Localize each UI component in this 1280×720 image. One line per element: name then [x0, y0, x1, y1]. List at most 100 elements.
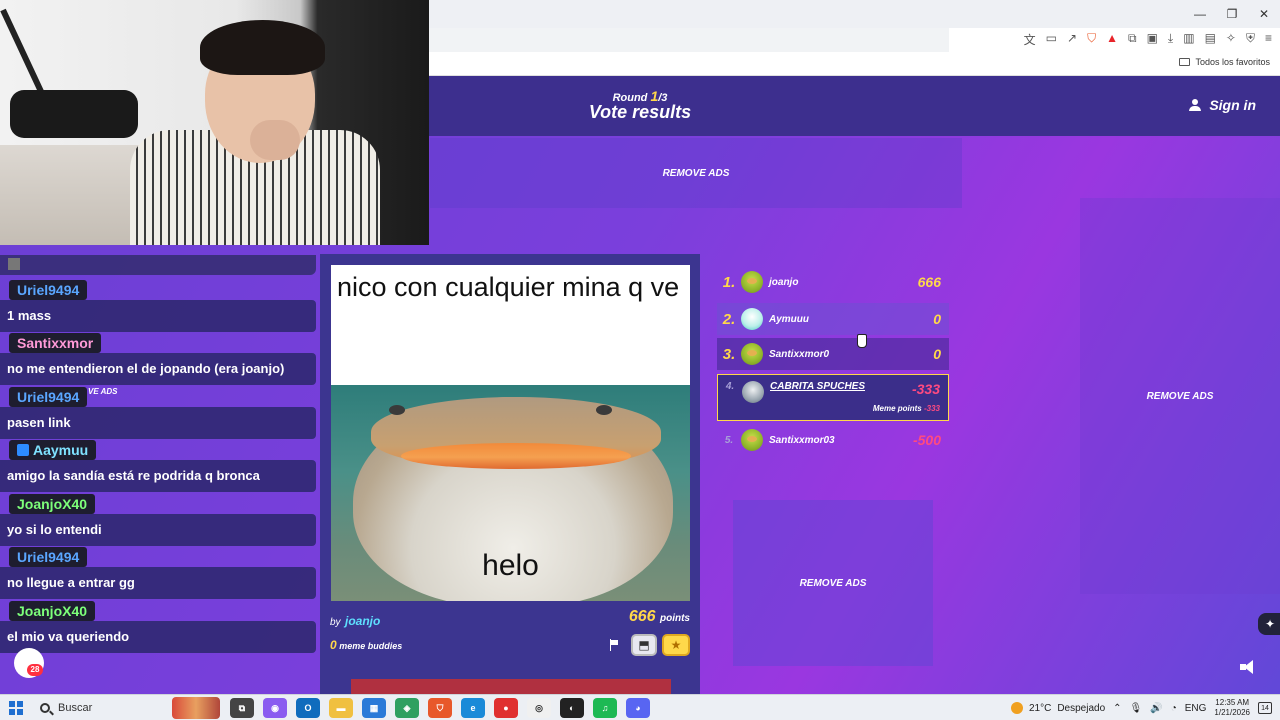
page-title: Vote results	[588, 102, 692, 122]
taskbar: Buscar ⧉ ◉ O ▬ ▦ ◈ ⛉ e ● ◎ ◐ ♫ ◕ 21°C De…	[0, 694, 1280, 720]
edge-icon[interactable]: e	[461, 698, 485, 718]
player-name: joanjo	[769, 276, 799, 288]
brave-browser-icon[interactable]: ⛉	[428, 698, 452, 718]
sidebar-icon[interactable]: ▥	[1183, 31, 1194, 48]
clock-date: 1/21/2026	[1214, 708, 1250, 717]
remove-ads-link[interactable]: REMOVE ADS	[1147, 391, 1214, 402]
streamer-hand	[250, 120, 300, 160]
streamer-hair	[200, 20, 325, 75]
language-indicator[interactable]: ENG	[1185, 703, 1207, 714]
hand-cursor-icon	[857, 334, 867, 348]
speaker-icon[interactable]	[1240, 660, 1256, 674]
weather-widget[interactable]: 21°C Despejado	[1010, 702, 1105, 714]
chat-text: no llegue a entrar gg	[0, 567, 316, 599]
meme-points-value: 666	[628, 608, 656, 625]
leo-icon[interactable]: ✧	[1226, 31, 1236, 48]
remove-ads-link[interactable]: REMOVE ADS	[800, 578, 867, 589]
player-name: Santixxmor03	[769, 434, 835, 446]
chrome-icon[interactable]: ◎	[527, 698, 551, 718]
fish-eye	[389, 405, 405, 415]
wallet-icon[interactable]: ▤	[1205, 31, 1216, 48]
menu-icon[interactable]: ≡	[1265, 31, 1272, 48]
volume-icon[interactable]: 🔊	[1150, 703, 1162, 714]
chat-text: amigo la sandía está re podrida q bronca	[0, 460, 316, 492]
chat-message: Uriel9494 no llegue a entrar gg	[0, 547, 316, 600]
browser-toolbar: 文 ▭ ↗ ⛉ ▲ ⧉ ▣ ⤓ ▥ ▤ ✧ ⛨ ≡	[1024, 31, 1272, 48]
sign-in-button[interactable]: Sign in	[1189, 97, 1256, 113]
sign-in-label: Sign in	[1209, 97, 1256, 113]
favorite-button[interactable]: ★	[662, 634, 690, 656]
report-flag-icon[interactable]	[610, 639, 620, 651]
chat-username: JoanjoX40	[9, 494, 96, 514]
remove-ads-link[interactable]: REMOVE ADS	[663, 168, 730, 179]
player-score: -333	[911, 381, 940, 397]
meme-card[interactable]: nico con cualquier mina q ve helo	[331, 265, 690, 601]
sparkle-icon[interactable]: ✦	[1258, 613, 1280, 635]
player-name: CABRITA SPUCHES	[770, 381, 866, 392]
player-rank: 5.	[724, 434, 734, 446]
close-window-button[interactable]: ✕	[1248, 0, 1280, 28]
ad-slot-top[interactable]: REMOVE ADS	[430, 138, 962, 208]
chat-message: Aaymuu amigo la sandía está re podrida q…	[0, 440, 316, 493]
wifi-icon[interactable]: ◔	[1171, 703, 1177, 714]
meme-buddies: 0 meme buddies	[330, 638, 402, 652]
share-icon[interactable]: ↗	[1067, 31, 1077, 48]
leaderboard-row: 5. Santixxmor03 -500	[717, 424, 949, 456]
vpn-icon[interactable]: ⛨	[1246, 31, 1255, 48]
address-bar[interactable]	[429, 28, 949, 52]
tab-search-icon[interactable]: ▣	[1147, 31, 1158, 48]
ad-slot-right[interactable]: REMOVE ADS	[1080, 198, 1280, 594]
cast-icon[interactable]: ▭	[1046, 31, 1057, 48]
minimize-button[interactable]: —	[1184, 0, 1216, 28]
webcam-overlay	[0, 0, 429, 245]
chat-username: Uriel9494	[9, 280, 88, 300]
clock-time: 12:35 AM	[1215, 698, 1250, 707]
obs-icon[interactable]: ◐	[560, 698, 584, 718]
avatar	[741, 343, 763, 365]
all-bookmarks-button[interactable]: Todos los favoritos	[1179, 57, 1270, 67]
task-view-icon[interactable]: ⧉	[230, 698, 254, 718]
chevron-up-icon[interactable]: ⌃	[1113, 703, 1121, 714]
chat-text: no me entendieron el de jopando (era joa…	[0, 353, 316, 385]
window-controls: — ❐ ✕	[1184, 0, 1280, 28]
clock[interactable]: 12:35 AM 1/21/2026	[1214, 698, 1250, 718]
meme-points-detail-value: -333	[923, 404, 940, 413]
chat-username: Aaymuu	[33, 442, 89, 458]
brave-rewards-icon[interactable]: ▲	[1106, 31, 1118, 48]
chat-text: 1 mass	[0, 300, 316, 332]
spotify-icon[interactable]: ♫	[593, 698, 617, 718]
windows-start-icon[interactable]	[9, 701, 23, 715]
leaderboard-row: 2. Aymuuu 0	[717, 303, 949, 335]
chat-message: JoanjoX40 el mio va queriendo	[0, 601, 316, 654]
meme-result-panel: nico con cualquier mina q ve helo by joa…	[320, 254, 700, 694]
chat-text: pasen link	[0, 407, 316, 439]
microphone	[10, 90, 138, 138]
notifications-icon[interactable]: 14	[1258, 702, 1272, 714]
avatar	[741, 308, 763, 330]
outlook-icon[interactable]: O	[296, 698, 320, 718]
restore-button[interactable]: ❐	[1216, 0, 1248, 28]
chat-username: Uriel9494	[9, 387, 88, 407]
search-icon	[40, 703, 50, 713]
notification-count: 14	[1261, 704, 1269, 712]
meme-image-text: helo	[482, 549, 539, 582]
file-explorer-icon[interactable]: ▬	[329, 698, 353, 718]
microphone-icon[interactable]: 🎙	[1130, 703, 1143, 714]
copilot-icon[interactable]: ◉	[263, 698, 287, 718]
brave-shield-icon[interactable]: ⛉	[1087, 31, 1096, 48]
extensions-icon[interactable]: ⧉	[1128, 31, 1137, 48]
discord-icon[interactable]: ◕	[626, 698, 650, 718]
app-red-icon[interactable]: ●	[494, 698, 518, 718]
app-icon[interactable]: ◈	[395, 698, 419, 718]
meme-caption: nico con cualquier mina q ve	[337, 272, 680, 302]
chat-message: Uriel9494 1 mass	[0, 280, 316, 333]
chat-avatar-icon	[8, 258, 20, 270]
ad-slot-bottom[interactable]: REMOVE ADS	[733, 500, 933, 666]
store-icon[interactable]: ▦	[362, 698, 386, 718]
translate-icon[interactable]: 文	[1024, 31, 1036, 48]
save-meme-button[interactable]: ⬒	[631, 634, 657, 656]
chat-message: JoanjoX40 yo si lo entendi	[0, 494, 316, 547]
next-meme-thumbnail	[351, 679, 671, 694]
downloads-icon[interactable]: ⤓	[1168, 31, 1173, 48]
author-name[interactable]: joanjo	[345, 614, 380, 628]
